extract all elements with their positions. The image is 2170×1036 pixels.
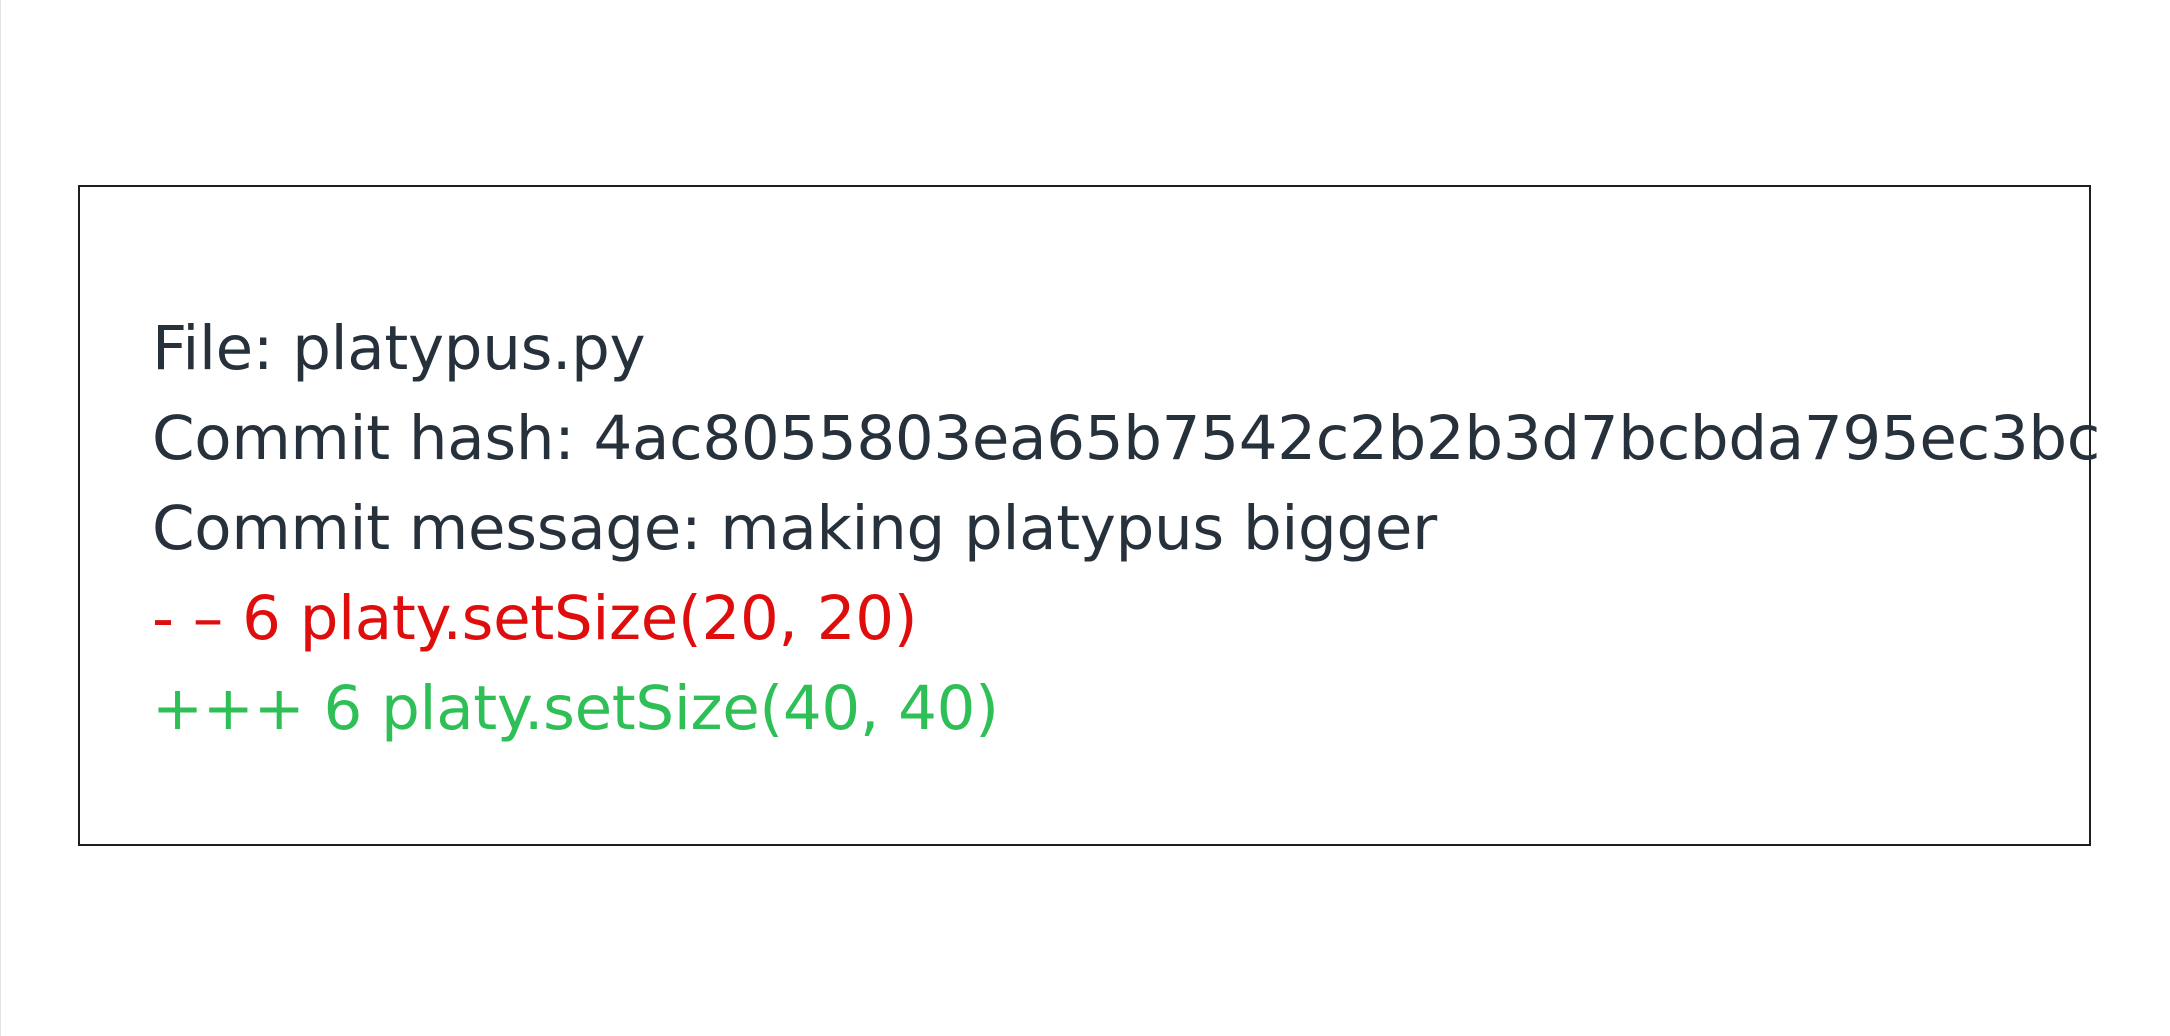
commit-hash-line: Commit hash: 4ac8055803ea65b7542c2b2b3d7… <box>152 403 2101 474</box>
added-code-line: +++ 6 platy.setSize(40, 40) <box>152 673 999 744</box>
page-left-edge <box>0 0 1 1036</box>
commit-diff-panel: File: platypus.py Commit hash: 4ac805580… <box>78 185 2100 846</box>
file-name-line: File: platypus.py <box>152 313 646 384</box>
commit-diff-text: File: platypus.py Commit hash: 4ac805580… <box>152 304 2100 754</box>
removed-code-line: - – 6 platy.setSize(20, 20) <box>152 583 918 654</box>
commit-message-line: Commit message: making platypus bigger <box>152 493 1437 564</box>
